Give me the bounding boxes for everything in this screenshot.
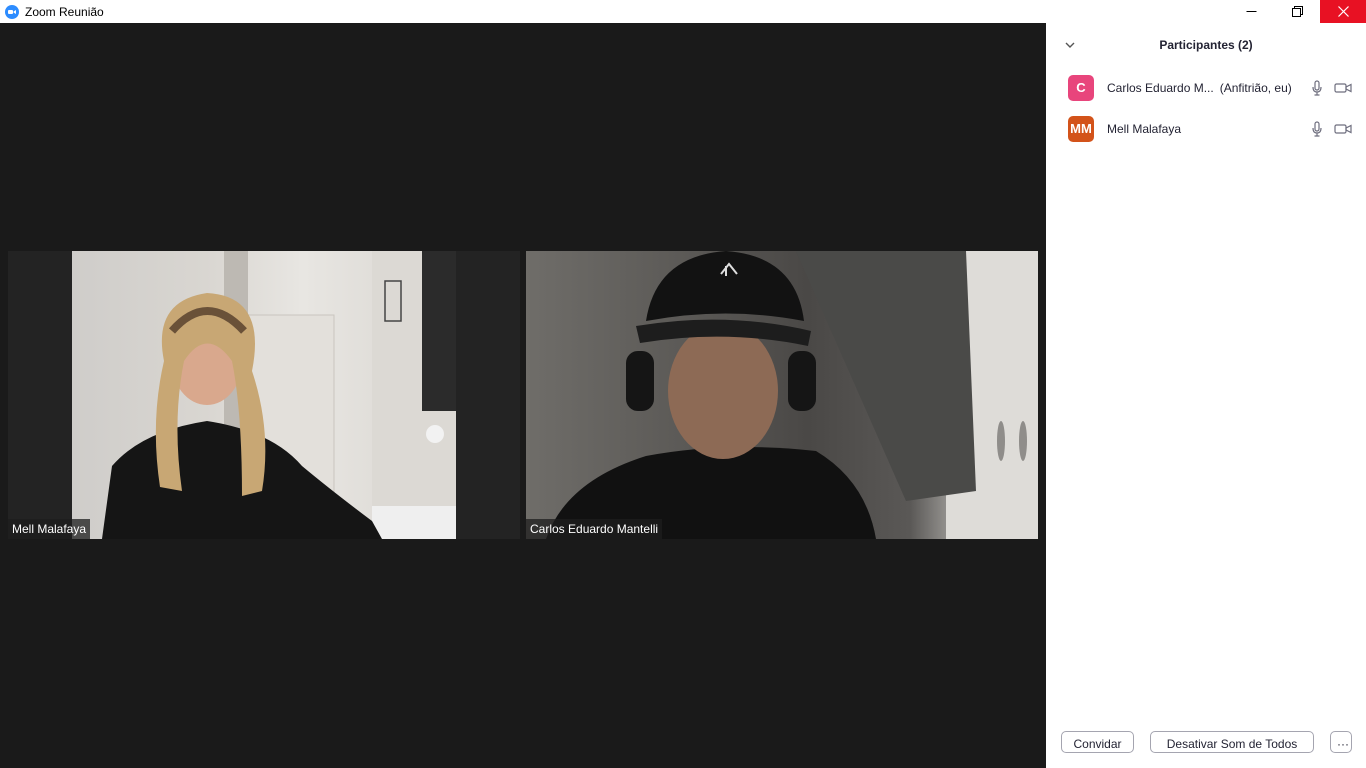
window-title: Zoom Reunião <box>25 4 104 19</box>
participant-name-tag: Mell Malafaya <box>8 519 91 539</box>
participant-name: Carlos Eduardo M... <box>1107 80 1214 95</box>
video-feed <box>72 251 456 539</box>
microphone-icon[interactable] <box>1312 79 1322 96</box>
zoom-camera-icon <box>5 4 19 19</box>
video-camera-icon[interactable] <box>1334 123 1352 135</box>
avatar: C <box>1068 74 1094 101</box>
close-icon <box>1337 6 1349 17</box>
mute-all-button[interactable]: Desativar Som de Todos <box>1150 731 1314 753</box>
panel-footer: Convidar Desativar Som de Todos ··· <box>1046 731 1366 755</box>
microphone-icon[interactable] <box>1312 120 1322 137</box>
panel-header: Participantes (2) <box>1046 23 1366 67</box>
participant-row[interactable]: MM Mell Malafaya <box>1046 108 1366 149</box>
more-options-button[interactable]: ··· <box>1330 731 1352 753</box>
restore-icon <box>1291 6 1303 17</box>
minimize-icon <box>1246 11 1256 12</box>
close-button[interactable] <box>1320 0 1366 23</box>
video-gallery: Mell Malafaya Carlos Eduardo Mantelli <box>0 23 1046 768</box>
panel-title: Participantes (2) <box>1159 38 1253 52</box>
participant-name: Mell Malafaya <box>1107 121 1182 136</box>
participant-name-tag: Carlos Eduardo Mantelli <box>526 519 663 539</box>
video-tile-mell[interactable]: Mell Malafaya <box>8 251 520 539</box>
participant-role: (Anfitrião, eu) <box>1219 80 1292 95</box>
participants-panel: Participantes (2) C Carlos Eduardo M... … <box>1046 23 1366 768</box>
participant-row[interactable]: C Carlos Eduardo M... (Anfitrião, eu) <box>1046 67 1366 108</box>
invite-button[interactable]: Convidar <box>1061 731 1134 753</box>
avatar: MM <box>1068 115 1094 142</box>
video-scene <box>546 251 1038 539</box>
video-tile-carlos[interactable]: Carlos Eduardo Mantelli <box>526 251 1038 539</box>
title-bar: Zoom Reunião <box>0 0 1366 23</box>
minimize-button[interactable] <box>1228 0 1274 23</box>
video-scene <box>102 251 456 539</box>
video-camera-icon[interactable] <box>1334 82 1352 94</box>
restore-button[interactable] <box>1274 0 1320 23</box>
video-feed <box>526 251 1038 539</box>
